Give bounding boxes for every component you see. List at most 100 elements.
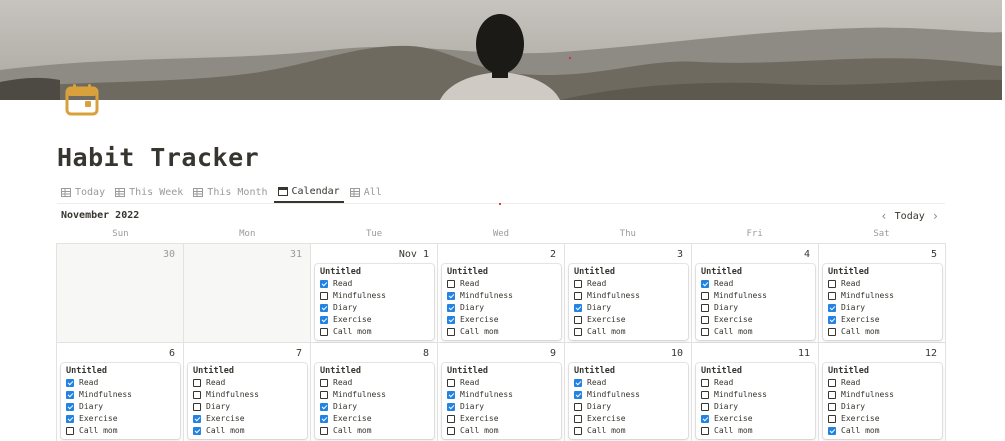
habit-checkbox[interactable] — [701, 280, 709, 288]
habit-card[interactable]: Untitled Read Mindfulness Diary Exercise Call… — [61, 363, 180, 439]
tab-this-month[interactable]: This Month — [189, 181, 271, 203]
habit-card[interactable]: Untitled Read Mindfulness Diary Exercise Call… — [315, 363, 434, 439]
habit-card[interactable]: Untitled Read Mindfulness Diary Exercise Call… — [823, 264, 942, 340]
habit-checkbox[interactable] — [701, 316, 709, 324]
habit-checkbox[interactable] — [701, 304, 709, 312]
tab-calendar[interactable]: Calendar — [273, 181, 344, 203]
habit-checkbox[interactable] — [574, 427, 582, 435]
habit-checkbox[interactable] — [701, 328, 709, 336]
habit-checkbox[interactable] — [447, 427, 455, 435]
page-title[interactable]: Habit Tracker — [57, 143, 259, 172]
calendar-day-cell[interactable]: 2 Untitled Read Mindfulness Diary Exercise Cal… — [438, 244, 565, 343]
habit-checkbox[interactable] — [828, 427, 836, 435]
calendar-day-cell[interactable]: 8 Untitled Read Mindfulness Diary Exercise Cal… — [311, 343, 438, 441]
habit-checkbox[interactable] — [574, 304, 582, 312]
tab-label: All — [363, 186, 382, 198]
habit-checkbox[interactable] — [701, 379, 709, 387]
habit-row: Exercise — [66, 413, 175, 425]
calendar-day-cell[interactable]: 12 Untitled Read Mindfulness Diary Exercise Ca… — [819, 343, 946, 441]
habit-checkbox[interactable] — [320, 379, 328, 387]
habit-checkbox[interactable] — [447, 415, 455, 423]
habit-checkbox[interactable] — [320, 415, 328, 423]
habit-checkbox[interactable] — [701, 427, 709, 435]
habit-checkbox[interactable] — [574, 415, 582, 423]
tab-this-week[interactable]: This Week — [111, 181, 187, 203]
calendar-day-cell[interactable]: 9 Untitled Read Mindfulness Diary Exercise Cal… — [438, 343, 565, 441]
calendar-day-cell[interactable]: 3 Untitled Read Mindfulness Diary Exercise Cal… — [565, 244, 692, 343]
habit-checkbox[interactable] — [193, 379, 201, 387]
habit-checkbox[interactable] — [574, 379, 582, 387]
habit-card[interactable]: Untitled Read Mindfulness Diary Exercise Call… — [442, 264, 561, 340]
habit-checkbox[interactable] — [447, 316, 455, 324]
habit-checkbox[interactable] — [574, 391, 582, 399]
habit-checkbox[interactable] — [320, 427, 328, 435]
habit-checkbox[interactable] — [447, 304, 455, 312]
habit-checkbox[interactable] — [447, 280, 455, 288]
habit-card[interactable]: Untitled Read Mindfulness Diary Exercise Call… — [569, 363, 688, 439]
tab-all[interactable]: All — [346, 181, 386, 203]
habit-checkbox[interactable] — [828, 316, 836, 324]
habit-checkbox[interactable] — [66, 415, 74, 423]
habit-checkbox[interactable] — [701, 292, 709, 300]
habit-checkbox[interactable] — [447, 292, 455, 300]
habit-checkbox[interactable] — [320, 292, 328, 300]
calendar-day-cell[interactable]: Nov 1 Untitled Read Mindfulness Diary Exercis… — [311, 244, 438, 343]
habit-checkbox[interactable] — [574, 328, 582, 336]
calendar-day-cell[interactable]: 7 Untitled Read Mindfulness Diary Exercise Cal… — [184, 343, 311, 441]
habit-checkbox[interactable] — [828, 292, 836, 300]
habit-label: Exercise — [587, 414, 626, 423]
habit-checkbox[interactable] — [701, 415, 709, 423]
calendar-day-cell[interactable]: 11 Untitled Read Mindfulness Diary Exercise Ca… — [692, 343, 819, 441]
habit-checkbox[interactable] — [828, 415, 836, 423]
habit-checkbox[interactable] — [320, 328, 328, 336]
calendar-day-cell[interactable]: 4 Untitled Read Mindfulness Diary Exercise Cal… — [692, 244, 819, 343]
habit-checkbox[interactable] — [828, 304, 836, 312]
habit-checkbox[interactable] — [66, 427, 74, 435]
calendar-day-cell[interactable]: 10 Untitled Read Mindfulness Diary Exercise Ca… — [565, 343, 692, 441]
habit-card[interactable]: Untitled Read Mindfulness Diary Exercise Call… — [188, 363, 307, 439]
habit-checkbox[interactable] — [828, 280, 836, 288]
calendar-day-cell[interactable]: 31 — [184, 244, 311, 343]
chevron-right-icon[interactable]: › — [928, 209, 943, 223]
page-icon[interactable] — [60, 78, 104, 122]
today-button[interactable]: Today — [892, 211, 928, 222]
habit-checkbox[interactable] — [701, 403, 709, 411]
habit-checkbox[interactable] — [574, 292, 582, 300]
habit-card[interactable]: Untitled Read Mindfulness Diary Exercise Call… — [823, 363, 942, 439]
habit-card[interactable]: Untitled Read Mindfulness Diary Exercise Call… — [442, 363, 561, 439]
habit-checkbox[interactable] — [320, 403, 328, 411]
habit-checkbox[interactable] — [828, 328, 836, 336]
habit-checkbox[interactable] — [193, 415, 201, 423]
habit-checkbox[interactable] — [447, 328, 455, 336]
habit-checkbox[interactable] — [66, 403, 74, 411]
habit-checkbox[interactable] — [320, 316, 328, 324]
habit-checkbox[interactable] — [320, 280, 328, 288]
habit-checkbox[interactable] — [828, 391, 836, 399]
day-number: 8 — [422, 348, 429, 359]
habit-card[interactable]: Untitled Read Mindfulness Diary Exercise Call… — [696, 363, 815, 439]
habit-checkbox[interactable] — [828, 379, 836, 387]
chevron-left-icon[interactable]: ‹ — [876, 209, 891, 223]
habit-card[interactable]: Untitled Read Mindfulness Diary Exercise Call… — [696, 264, 815, 340]
tab-today[interactable]: Today — [57, 181, 109, 203]
calendar-day-cell[interactable]: 6 Untitled Read Mindfulness Diary Exercise Cal… — [57, 343, 184, 441]
habit-checkbox[interactable] — [574, 280, 582, 288]
habit-checkbox[interactable] — [193, 403, 201, 411]
habit-checkbox[interactable] — [574, 316, 582, 324]
habit-checkbox[interactable] — [447, 379, 455, 387]
habit-checkbox[interactable] — [193, 391, 201, 399]
calendar-day-cell[interactable]: 30 — [57, 244, 184, 343]
habit-checkbox[interactable] — [447, 403, 455, 411]
habit-card[interactable]: Untitled Read Mindfulness Diary Exercise Call… — [315, 264, 434, 340]
habit-checkbox[interactable] — [193, 427, 201, 435]
habit-checkbox[interactable] — [320, 304, 328, 312]
habit-checkbox[interactable] — [574, 403, 582, 411]
habit-card[interactable]: Untitled Read Mindfulness Diary Exercise Call… — [569, 264, 688, 340]
habit-checkbox[interactable] — [828, 403, 836, 411]
habit-checkbox[interactable] — [447, 391, 455, 399]
calendar-day-cell[interactable]: 5 Untitled Read Mindfulness Diary Exercise Cal… — [819, 244, 946, 343]
habit-checkbox[interactable] — [701, 391, 709, 399]
habit-checkbox[interactable] — [66, 391, 74, 399]
habit-checkbox[interactable] — [66, 379, 74, 387]
habit-checkbox[interactable] — [320, 391, 328, 399]
